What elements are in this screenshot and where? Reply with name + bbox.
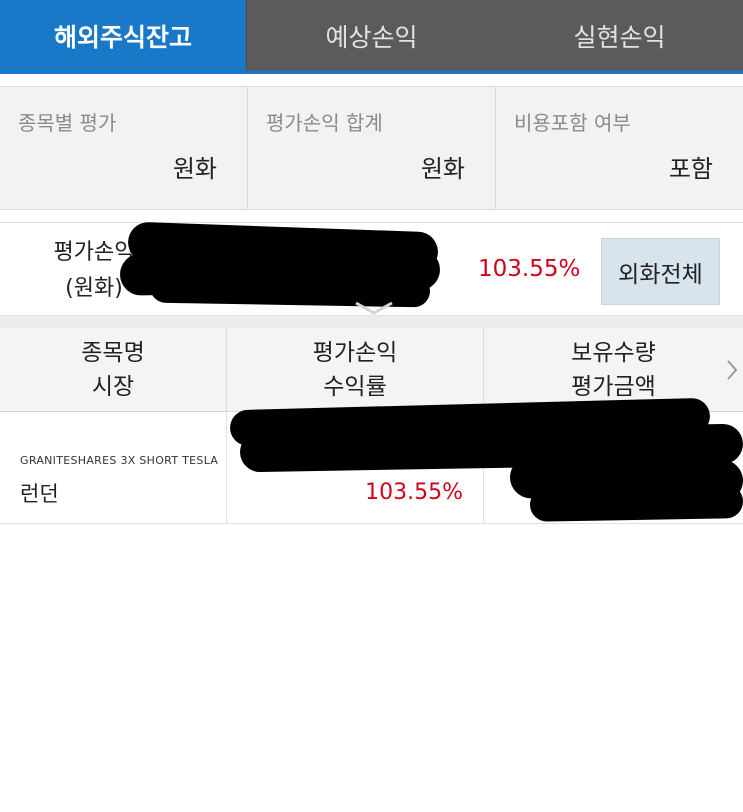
tab-realized-pnl[interactable]: 실현손익 [496,0,743,71]
chevron-down-icon[interactable] [352,300,396,316]
redaction-mark [529,484,743,522]
cell-name-market: GRANITESHARES 3X SHORT TESLA 런던 [0,412,227,523]
column-header-name-market[interactable]: 종목명 시장 [0,328,227,411]
section-divider [0,316,743,328]
filter-value: 포함 [668,155,713,183]
header-line: 시장 [91,373,135,400]
fx-all-button[interactable]: 외화전체 [601,238,720,305]
filter-pnl-total[interactable]: 평가손익 합계 원화 [248,87,496,209]
header-line: 수익률 [323,373,387,400]
tab-expected-pnl[interactable]: 예상손익 [246,0,496,71]
stock-name: GRANITESHARES 3X SHORT TESLA [20,454,219,467]
header-line: 보유수량 [571,339,656,366]
filter-per-stock-valuation[interactable]: 종목별 평가 원화 [0,87,248,209]
header-line: 평가손익 [312,339,398,366]
filter-value: 원화 [172,155,217,183]
filter-label: 평가손익 합계 [266,111,383,135]
chevron-right-icon[interactable] [725,358,739,382]
filter-label: 비용포함 여부 [514,111,631,135]
filter-value: 원화 [420,155,465,183]
header-line: 종목명 [81,339,145,366]
column-header-qty-amount[interactable]: 보유수량 평가금액 [484,328,743,411]
tab-overseas-balance[interactable]: 해외주식잔고 [0,0,246,71]
header-line: 평가금액 [571,373,656,400]
row-rate: 103.55% [365,480,463,505]
market-name: 런던 [20,482,59,506]
filter-include-costs[interactable]: 비용포함 여부 포함 [496,87,743,209]
column-header-pnl-rate[interactable]: 평가손익 수익률 [227,328,484,411]
filter-bar: 종목별 평가 원화 평가손익 합계 원화 비용포함 여부 포함 [0,86,743,210]
tab-bar: 해외주식잔고 예상손익 실현손익 [0,0,743,74]
summary-rate: 103.55% [478,256,581,282]
filter-label: 종목별 평가 [18,111,117,135]
